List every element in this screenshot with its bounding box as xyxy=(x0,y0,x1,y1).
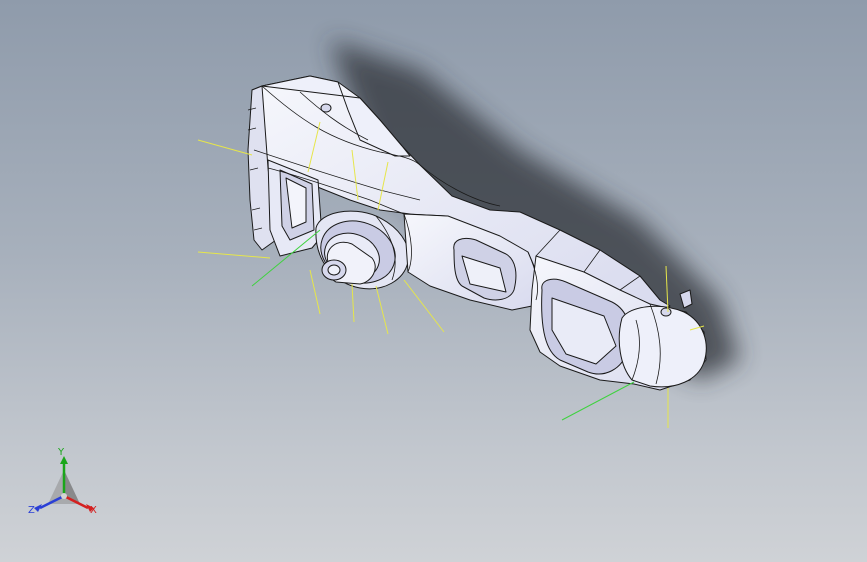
view-orientation-triad[interactable]: Y Z X xyxy=(26,448,106,528)
part-model[interactable] xyxy=(0,0,867,562)
triad-z-label: Z xyxy=(28,505,35,516)
graphics-viewport[interactable]: Y Z X xyxy=(0,0,867,562)
triad-x-label: X xyxy=(90,505,97,516)
triad-graphic xyxy=(34,456,94,512)
triad-y-label: Y xyxy=(58,447,65,458)
